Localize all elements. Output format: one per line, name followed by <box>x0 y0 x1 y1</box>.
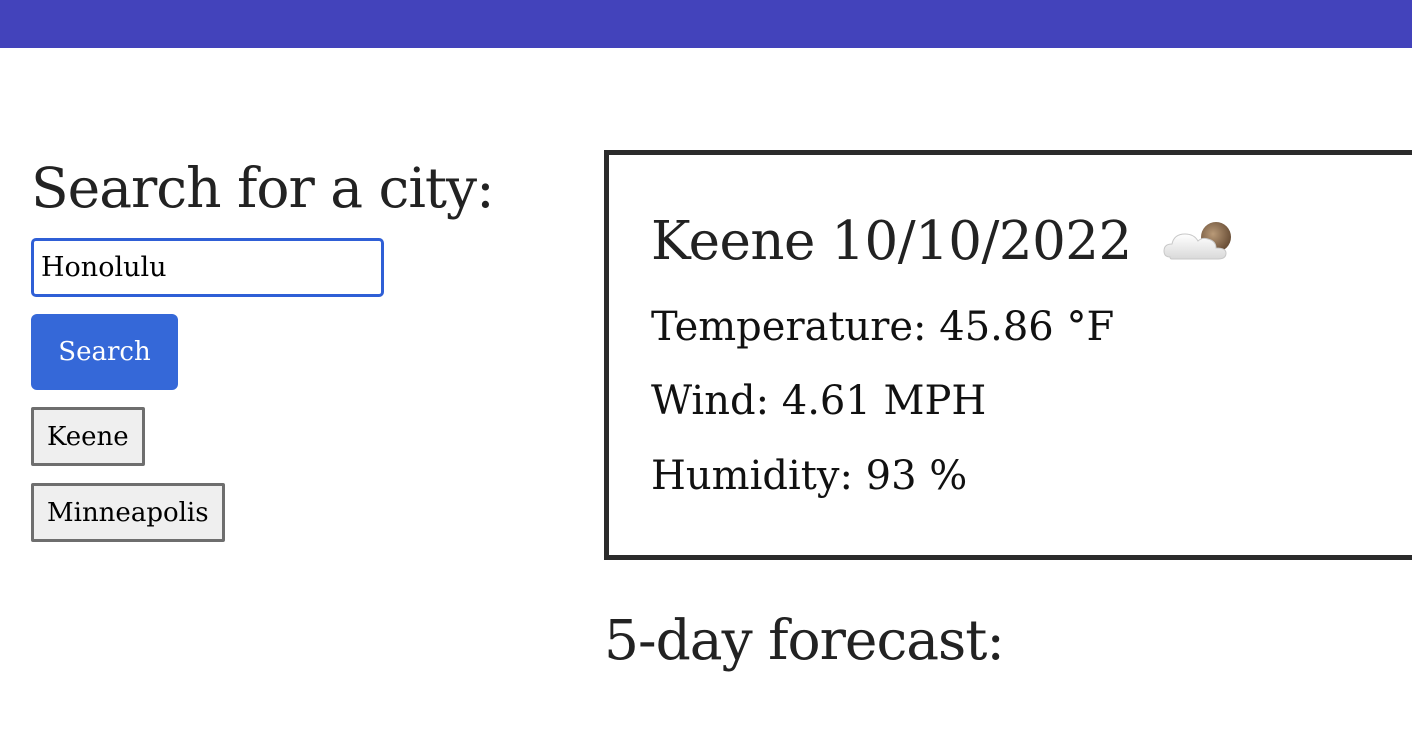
current-date: 10/10/2022 <box>831 211 1132 272</box>
search-button[interactable]: Search <box>31 314 178 390</box>
temperature-value: Temperature: 45.86 °F <box>651 304 1115 350</box>
current-city: Keene <box>651 211 815 272</box>
forecast-heading: 5-day forecast: <box>604 608 1005 672</box>
search-panel: Search for a city: Search Keene Minneapo… <box>31 150 551 542</box>
partly-cloudy-night-icon <box>1163 222 1231 260</box>
current-weather-title-row: Keene 10/10/2022 <box>651 207 1240 277</box>
top-header-bar <box>0 0 1412 48</box>
current-weather-card: Keene 10/10/2022 Temperature: 45.86 °F W… <box>604 150 1412 560</box>
history-button-keene[interactable]: Keene <box>31 407 145 466</box>
history-button-minneapolis[interactable]: Minneapolis <box>31 483 225 542</box>
current-weather-title: Keene 10/10/2022 <box>651 207 1132 277</box>
city-search-input[interactable] <box>31 238 384 297</box>
wind-value: Wind: 4.61 MPH <box>651 378 987 424</box>
search-heading: Search for a city: <box>31 156 495 220</box>
humidity-value: Humidity: 93 % <box>651 453 968 499</box>
